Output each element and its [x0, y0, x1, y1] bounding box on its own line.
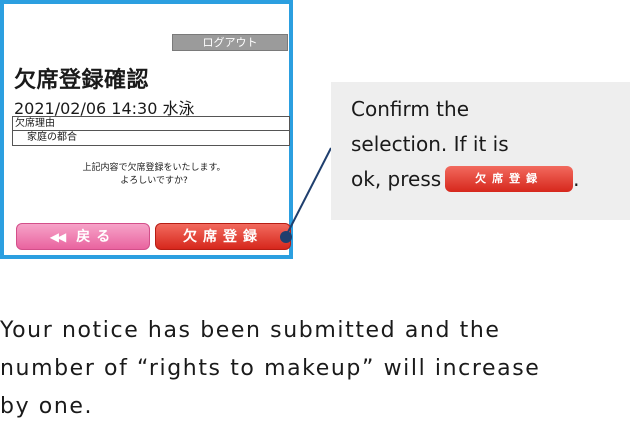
- callout-line1: Confirm the: [351, 97, 470, 121]
- callout-line3-prefix: ok, press: [351, 167, 442, 191]
- callout-line2: selection. If it is: [351, 132, 509, 156]
- footer-note: Your notice has been submitted and the n…: [0, 312, 630, 426]
- instruction-callout: Confirm the selection. If it is ok, pres…: [331, 82, 630, 220]
- callout-register-button-image: 欠席登録: [445, 165, 574, 192]
- footer-line2: number of “rights to makeup” will increa…: [0, 356, 541, 381]
- footer-line1: Your notice has been submitted and the: [0, 318, 501, 343]
- pointer-dot: [280, 231, 292, 243]
- callout-line3: ok, press 欠席登録.: [351, 162, 630, 197]
- pointer-line: [285, 147, 332, 237]
- footer-line3: by one.: [0, 394, 94, 419]
- callout-line3-suffix: .: [573, 167, 580, 191]
